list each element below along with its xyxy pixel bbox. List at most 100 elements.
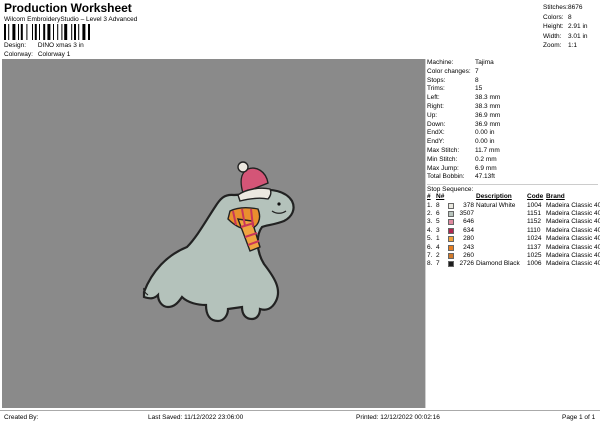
row-brand: Madeira Classic 40 bbox=[546, 209, 600, 217]
panel-divider bbox=[425, 59, 426, 408]
stat-colors: Colors: 8 bbox=[543, 13, 588, 23]
row-code: 1110 bbox=[527, 226, 541, 234]
info-label: Color changes: bbox=[427, 67, 471, 75]
info-value: 38.3 mm bbox=[475, 94, 501, 102]
col-num: # bbox=[427, 193, 431, 201]
row-code: 1004 bbox=[527, 201, 542, 209]
stat-zoom: Zoom: 1:1 bbox=[543, 41, 588, 51]
col-brand: Brand bbox=[546, 193, 565, 201]
row-description bbox=[476, 227, 527, 235]
stat-value: 1:1 bbox=[568, 42, 578, 49]
row-stitches: 646 bbox=[463, 218, 474, 226]
row-number: 2. bbox=[427, 209, 433, 217]
design-preview bbox=[2, 59, 425, 408]
info-value: 0.00 in bbox=[475, 129, 495, 137]
row-description bbox=[476, 210, 527, 218]
stat-height: Height: 2.91 in bbox=[543, 22, 588, 32]
stop-sequence-rows: 1. 8 378 Natural White 1004 Madeira Classic 4… bbox=[427, 201, 600, 269]
row-description bbox=[476, 235, 527, 243]
info-label: Trims: bbox=[427, 85, 445, 93]
row-code: 1024 bbox=[527, 235, 542, 243]
stat-label: Width: bbox=[543, 32, 562, 40]
info-row: Min Stitch: 0.2 mm bbox=[427, 156, 598, 165]
row-stop: 3 bbox=[436, 226, 440, 234]
dino-embroidery-image bbox=[142, 161, 295, 323]
stat-value: 2.91 in bbox=[568, 23, 588, 30]
stat-label: Colors: bbox=[543, 13, 564, 21]
color-swatch bbox=[448, 202, 457, 210]
row-brand: Madeira Classic 40 bbox=[546, 226, 600, 234]
thread-color-swatch bbox=[448, 227, 454, 234]
row-brand: Madeira Classic 40 bbox=[546, 218, 600, 226]
info-value: 36.9 mm bbox=[475, 120, 501, 128]
info-value: 15 bbox=[475, 85, 483, 93]
row-stop: 7 bbox=[436, 260, 440, 268]
info-value: 0.00 in bbox=[475, 138, 495, 146]
info-row: Max Stitch: 11.7 mm bbox=[427, 147, 598, 156]
info-value: 36.9 mm bbox=[475, 111, 501, 119]
stop-sequence-row: 4. 3 634 1110 Madeira Classic 40 bbox=[427, 226, 600, 235]
row-brand: Madeira Classic 40 bbox=[546, 260, 600, 268]
info-row: Left: 38.3 mm bbox=[427, 94, 598, 103]
row-number: 6. bbox=[427, 243, 433, 251]
row-brand: Madeira Classic 40 bbox=[546, 243, 600, 251]
footer: Created By: Last Saved: 11/12/2022 23:06… bbox=[0, 410, 600, 424]
info-row: Stops: 8 bbox=[427, 77, 598, 86]
row-code: 1151 bbox=[527, 209, 541, 217]
col-swatch bbox=[448, 193, 457, 201]
colorway-value: Colorway 1 bbox=[37, 51, 71, 58]
stat-label: Zoom: bbox=[543, 42, 562, 49]
row-stop: 8 bbox=[436, 201, 440, 209]
printed-date: Printed: 12/12/2022 00:02:16 bbox=[356, 414, 440, 421]
info-value: Tajima bbox=[475, 59, 494, 66]
thread-color-swatch bbox=[448, 261, 454, 268]
stat-label: Height: bbox=[543, 23, 564, 30]
row-stop: 4 bbox=[436, 243, 440, 251]
stop-sequence-header: # N# Description Code Brand bbox=[427, 193, 598, 201]
color-swatch bbox=[448, 227, 457, 235]
machine-info-panel: Machine: Tajima Color changes: 7 Stops: 8 T… bbox=[427, 59, 600, 269]
row-number: 1. bbox=[427, 201, 433, 209]
color-swatch bbox=[448, 260, 457, 268]
design-row: Design: DINO xmas 3 in bbox=[4, 42, 84, 49]
colorway-row: Colorway: Colorway 1 bbox=[4, 51, 70, 58]
info-value: 0.2 mm bbox=[475, 155, 497, 163]
col-description: Description bbox=[476, 193, 512, 201]
row-code: 1137 bbox=[527, 243, 541, 251]
row-stitches: 634 bbox=[463, 226, 474, 234]
info-label: Up: bbox=[427, 111, 438, 119]
info-value: 6.9 mm bbox=[475, 164, 497, 172]
row-number: 5. bbox=[427, 235, 433, 243]
stat-stitches: Stitches: 8676 bbox=[543, 3, 588, 13]
thread-color-swatch bbox=[448, 244, 454, 251]
info-row: Down: 36.9 mm bbox=[427, 121, 598, 130]
thread-color-swatch bbox=[448, 202, 454, 209]
row-stitches: 280 bbox=[463, 235, 474, 243]
page-title: Production Worksheet bbox=[4, 1, 132, 15]
row-stop: 5 bbox=[436, 218, 440, 226]
row-number: 7. bbox=[427, 251, 433, 259]
stop-sequence-row: 7. 2 260 1025 Madeira Classic 40 bbox=[427, 251, 600, 260]
info-value: 8 bbox=[475, 76, 479, 84]
page-number: Page 1 of 1 bbox=[562, 414, 596, 421]
thread-color-swatch bbox=[448, 219, 454, 226]
info-row: Trims: 15 bbox=[427, 85, 598, 94]
row-description: Natural White bbox=[476, 201, 516, 209]
row-number: 3. bbox=[427, 218, 433, 226]
info-label: Right: bbox=[427, 102, 444, 110]
info-label: Machine: bbox=[427, 59, 454, 66]
row-stop: 2 bbox=[436, 251, 440, 259]
color-swatch bbox=[448, 218, 457, 226]
thread-color-swatch bbox=[448, 236, 454, 243]
color-swatch bbox=[448, 210, 457, 218]
color-swatch bbox=[448, 252, 457, 260]
row-description bbox=[476, 252, 527, 260]
thread-color-swatch bbox=[448, 210, 454, 217]
design-label: Design: bbox=[4, 42, 27, 49]
row-description bbox=[476, 244, 527, 252]
info-label: Left: bbox=[427, 94, 440, 102]
row-stitches: 260 bbox=[463, 251, 474, 259]
row-stop: 1 bbox=[436, 235, 440, 243]
info-row: Color changes: 7 bbox=[427, 68, 598, 77]
info-label: EndY: bbox=[427, 138, 445, 146]
